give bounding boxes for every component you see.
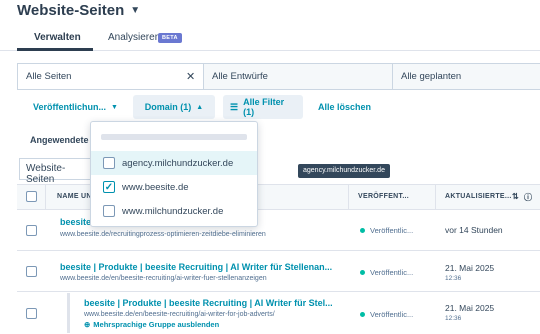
all-filters-label: Alle Filter (1) xyxy=(243,97,285,117)
info-icon[interactable]: ⓘ xyxy=(524,192,532,203)
updated-date: 21. Mai 2025 xyxy=(445,263,495,273)
view-tab-alle-seiten[interactable]: Alle Seiten xyxy=(18,64,204,89)
tab-analysieren[interactable]: Analysieren xyxy=(108,32,160,43)
option-label: agency.milchundzucker.de xyxy=(122,157,234,169)
column-header-updated[interactable]: AKTUALISIERTE... xyxy=(445,193,512,200)
domain-filter-label: Domain (1) xyxy=(144,102,192,112)
option-checkbox[interactable] xyxy=(103,205,115,217)
chevron-down-icon: ▼ xyxy=(130,5,141,16)
all-filters-button[interactable]: ☰ Alle Filter (1) xyxy=(223,95,303,119)
view-tab-label: Alle Seiten xyxy=(26,71,72,82)
domain-option-agency[interactable]: agency.milchundzucker.de xyxy=(91,151,257,175)
domain-filter-button[interactable]: Domain (1) ▲ xyxy=(133,95,215,119)
published-filter-button[interactable]: Veröffentlichun... ▼ xyxy=(26,95,125,119)
view-tab-label: Alle geplanten xyxy=(401,71,462,82)
tooltip: agency.milchundzucker.de xyxy=(298,164,390,178)
tab-verwalten[interactable]: Verwalten xyxy=(34,32,81,43)
clear-all-label: Alle löschen xyxy=(318,102,372,112)
beta-badge: BETA xyxy=(158,33,182,43)
status-badge: Veröffentlic... xyxy=(360,226,413,235)
clear-all-button[interactable]: Alle löschen xyxy=(311,95,378,119)
updated-date: 21. Mai 2025 xyxy=(445,303,495,313)
status-badge: Veröffentlic... xyxy=(360,268,413,277)
applied-filters-label: Angewendete F xyxy=(30,135,97,145)
row-checkbox[interactable] xyxy=(26,225,37,236)
updated-time: 12:36 xyxy=(445,315,462,322)
close-icon[interactable]: ✕ xyxy=(186,70,195,83)
filter-lines-icon: ☰ xyxy=(230,101,239,112)
published-filter-label: Veröffentlichun... xyxy=(33,102,107,112)
checkmark-icon[interactable]: ✓ xyxy=(103,181,115,193)
row-title-link[interactable]: beesite | Produkte | beesite Recruiting … xyxy=(84,298,333,308)
globe-icon: ⊕ xyxy=(84,320,91,329)
status-dot-icon xyxy=(360,312,365,317)
status-text: Veröffentlic... xyxy=(370,226,414,235)
select-all-checkbox[interactable] xyxy=(26,191,37,202)
row-url: www.beesite.de/en/beesite-recruiting/ai-… xyxy=(60,275,267,282)
table-row[interactable]: beesite | Produkte | beesite Recruiting … xyxy=(17,252,540,292)
domain-option-beesite[interactable]: ✓ www.beesite.de xyxy=(91,175,257,199)
sort-icon[interactable]: ⇅ xyxy=(512,192,519,201)
tab-bar: Verwalten Analysieren BETA xyxy=(0,25,540,51)
column-header-name[interactable]: NAME UN xyxy=(57,193,92,200)
domain-dropdown: agency.milchundzucker.de ✓ www.beesite.d… xyxy=(90,121,258,227)
status-dot-icon xyxy=(360,270,365,275)
hide-language-group-label: Mehrsprachige Gruppe ausblenden xyxy=(93,320,220,329)
status-text: Veröffentlic... xyxy=(370,310,414,319)
row-url: www.beesite.de/en/beesite-recruiting/ai-… xyxy=(84,311,275,318)
group-indent-bar xyxy=(67,293,70,333)
status-dot-icon xyxy=(360,228,365,233)
updated-time: 12:36 xyxy=(445,275,462,282)
column-header-published[interactable]: VERÖFFENT... xyxy=(358,193,409,200)
column-divider xyxy=(435,185,436,209)
page-title-text: Website-Seiten xyxy=(17,2,125,19)
status-text: Veröffentlic... xyxy=(370,268,414,277)
row-checkbox[interactable] xyxy=(26,308,37,319)
page-title[interactable]: Website-Seiten ▼ xyxy=(17,2,140,19)
updated-date: vor 14 Stunden xyxy=(445,225,503,235)
row-title-link[interactable]: beesite | Produkte | beesite Recruiting … xyxy=(60,262,332,272)
view-tab-alle-geplanten[interactable]: Alle geplanten xyxy=(392,64,540,89)
chevron-up-icon: ▲ xyxy=(196,103,204,111)
option-checkbox[interactable] xyxy=(103,157,115,169)
domain-option-milchundzucker[interactable]: www.milchundzucker.de xyxy=(91,199,257,223)
option-label: www.beesite.de xyxy=(122,181,189,193)
view-tab-label: Alle Entwürfe xyxy=(212,71,268,82)
hide-language-group-link[interactable]: ⊕ Mehrsprachige Gruppe ausblenden xyxy=(84,320,219,329)
row-checkbox[interactable] xyxy=(26,266,37,277)
status-badge: Veröffentlic... xyxy=(360,310,413,319)
active-tab-indicator xyxy=(17,48,93,51)
search-input[interactable]: Website-Seiten xyxy=(19,158,91,185)
chevron-down-icon: ▼ xyxy=(111,103,118,111)
row-url: www.beesite.de/recruitingprozess-optimie… xyxy=(60,231,266,238)
view-tab-alle-entwuerfe[interactable]: Alle Entwürfe xyxy=(204,64,392,89)
table-row[interactable]: beesite | Produkte | beesite Recruiting … xyxy=(17,293,540,334)
view-tabs: Alle Seiten ✕ Alle Entwürfe Alle geplant… xyxy=(17,63,540,90)
column-divider xyxy=(348,185,349,209)
option-label: www.milchundzucker.de xyxy=(122,205,224,217)
column-divider xyxy=(45,185,46,209)
dropdown-search-input[interactable] xyxy=(101,134,247,140)
